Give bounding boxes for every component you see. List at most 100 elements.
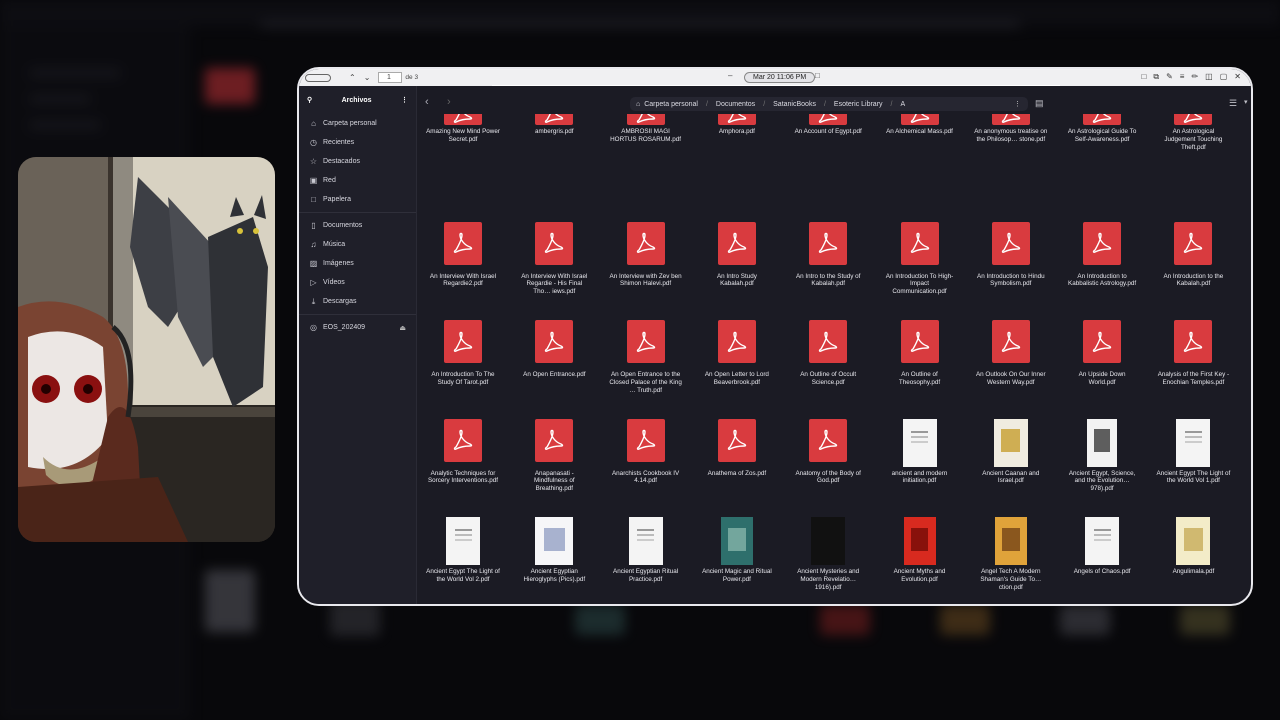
file-item[interactable]: An Outline of Occult Science.pdf <box>791 311 865 407</box>
file-item[interactable]: An Outline of Theosophy.pdf <box>883 311 957 407</box>
file-item[interactable]: Angulimala.pdf <box>1156 508 1230 604</box>
file-name: An Intro Study Kabalah.pdf <box>716 272 757 288</box>
file-item[interactable]: An Open Letter to Lord Beaverbrook.pdf <box>700 311 774 407</box>
menu-icon[interactable]: ⋮ <box>401 96 408 104</box>
file-item[interactable]: ambergris.pdf <box>517 114 591 210</box>
breadcrumb-home[interactable]: Carpeta personal <box>644 101 698 108</box>
file-name: An Astrological Guide To Self-Awareness.… <box>1067 128 1137 143</box>
file-item[interactable]: An Intro Study Kabalah.pdf <box>700 213 774 309</box>
file-item[interactable]: Ancient Magic and Ritual Power.pdf <box>700 508 774 604</box>
square-icon[interactable]: ▢ <box>1220 72 1228 82</box>
file-item[interactable]: Ancient Egypt, Science, and the Evolutio… <box>1065 410 1139 506</box>
sidebar-item-documentos[interactable]: ▯ Documentos <box>299 216 416 235</box>
sidebar-item-descargas[interactable]: ⤓ Descargas <box>299 292 416 311</box>
view-dropdown-icon[interactable]: ▾ <box>1244 98 1248 106</box>
copy-icon[interactable]: ⧉ <box>1153 72 1159 82</box>
pdf-file-icon <box>626 221 665 265</box>
pdf-file-icon <box>809 114 848 125</box>
file-item[interactable]: Ancient Myths and Evolution.pdf <box>883 508 957 604</box>
pen-icon[interactable]: ✎ <box>1166 72 1173 82</box>
maximize-icon[interactable]: □ <box>815 70 820 81</box>
forward-button[interactable]: › <box>447 97 451 108</box>
file-item[interactable]: Anathema of Zos.pdf <box>700 410 774 506</box>
file-item[interactable]: An Astrological Guide To Self-Awareness.… <box>1065 114 1139 210</box>
file-name: Analytic Techniques for Sorcery Interven… <box>427 469 498 485</box>
file-item[interactable]: An Introduction To High-Impact Communica… <box>883 213 957 309</box>
file-item[interactable]: Anatomy of the Body of God.pdf <box>791 410 865 506</box>
file-item[interactable]: Ancient Mysteries and Modern Revelatio… … <box>791 508 865 604</box>
file-item[interactable]: Angels of Chaos.pdf <box>1065 508 1139 604</box>
view-list-icon[interactable]: ☰ <box>1229 98 1237 109</box>
thumbnail-art <box>1001 429 1021 453</box>
file-item[interactable]: An Open Entrance.pdf <box>517 311 591 407</box>
toggle-pill-icon[interactable] <box>305 73 331 82</box>
breadcrumb-current[interactable]: A <box>901 101 906 108</box>
close-icon[interactable]: ✕ <box>1234 72 1241 82</box>
file-item[interactable]: Ancient Egypt The Light of the World Vol… <box>426 508 500 604</box>
sidebar-item-label: Red <box>323 177 336 184</box>
sidebar-item-música[interactable]: ♫ Música <box>299 235 416 254</box>
sidebar-item-recientes[interactable]: ◷ Recientes <box>299 133 416 152</box>
thumbnail-art <box>1001 527 1020 551</box>
file-item[interactable]: Angel Tech A Modern Shaman's Guide To… c… <box>974 508 1048 604</box>
file-item[interactable]: An Astrological Judgement Touching Theft… <box>1156 114 1230 210</box>
file-item[interactable]: Amphora.pdf <box>700 114 774 210</box>
file-item[interactable]: Ancient Egyptian Ritual Practice.pdf <box>609 508 683 604</box>
new-folder-icon[interactable]: ▤ <box>1035 98 1044 109</box>
file-item[interactable]: Ancient Egyptian Hieroglyphs (Pics).pdf <box>517 508 591 604</box>
chevron-up-icon[interactable]: ⌃ <box>349 72 356 83</box>
minimize-icon[interactable]: – <box>728 70 732 81</box>
file-item[interactable]: Analysis of the First Key - Enochian Tem… <box>1156 311 1230 407</box>
file-item[interactable]: An Interview with Zev ben Shimon Halevi.… <box>609 213 683 309</box>
sidebar-toggle-icon[interactable]: ◫ <box>1205 72 1213 82</box>
edit-icon[interactable]: ✏ <box>1191 72 1198 82</box>
file-item[interactable]: Amazing New Mind Power Secret.pdf <box>426 114 500 210</box>
file-item[interactable]: An Upside Down World.pdf <box>1065 311 1139 407</box>
back-button[interactable]: ‹ <box>425 97 429 108</box>
comment-icon[interactable]: □ <box>1142 72 1147 82</box>
layers-icon[interactable]: ≡ <box>1180 72 1185 82</box>
pdf-file-icon <box>717 418 756 462</box>
more-icon[interactable]: ⋮ <box>1014 100 1021 108</box>
file-item[interactable]: An Interview With Israel Regardie - His … <box>517 213 591 309</box>
sidebar-item-imágenes[interactable]: ▨ Imágenes <box>299 254 416 273</box>
breadcrumb-documentos[interactable]: Documentos <box>716 101 755 108</box>
eject-icon[interactable]: ⏏ <box>399 324 406 332</box>
chevron-down-icon[interactable]: ⌄ <box>364 72 371 83</box>
file-item[interactable]: Analytic Techniques for Sorcery Interven… <box>426 410 500 506</box>
file-item[interactable]: Ancient Egypt The Light of the World Vol… <box>1156 410 1230 506</box>
sidebar-item-carpeta-personal[interactable]: ⌂ Carpeta personal <box>299 114 416 133</box>
file-item[interactable]: An Outlook On Our Inner Western Way.pdf <box>974 311 1048 407</box>
file-name: Ancient Mysteries and Modern Revelatio… … <box>797 568 860 591</box>
file-item[interactable]: An Introduction to the Kabalah.pdf <box>1156 213 1230 309</box>
file-item[interactable]: Anapanasati - Mindfulness of Breathing.p… <box>517 410 591 506</box>
file-item[interactable]: Anarchists Cookbook IV 4.14.pdf <box>609 410 683 506</box>
file-item[interactable]: AMBROSII MAGI HORTUS ROSARUM.pdf <box>609 114 683 210</box>
file-item[interactable]: An Introduction to Kabbalistic Astrology… <box>1065 213 1139 309</box>
file-item[interactable]: An Open Entrance to the Closed Palace of… <box>609 311 683 407</box>
sidebar-item-destacados[interactable]: ☆ Destacados <box>299 152 416 171</box>
breadcrumb-esoteric-library[interactable]: Esoteric Library <box>834 101 883 108</box>
sidebar-divider <box>299 314 416 315</box>
file-item[interactable]: An Alchemical Mass.pdf <box>883 114 957 210</box>
sidebar-item-eos-202409[interactable]: ◎ EOS_202409 ⏏ <box>299 318 416 337</box>
download-icon: ⤓ <box>311 296 316 306</box>
file-item[interactable]: An anonymous treatise on the Philosop… s… <box>974 114 1048 210</box>
file-item[interactable]: An Account of Egypt.pdf <box>791 114 865 210</box>
sidebar-item-papelera[interactable]: □ Papelera <box>299 190 416 209</box>
app-title: Archivos <box>341 96 372 104</box>
file-item[interactable]: An Introduction To The Study Of Tarot.pd… <box>426 311 500 407</box>
breadcrumb-satanicbooks[interactable]: SatanicBooks <box>773 101 816 108</box>
file-item[interactable]: An Interview With Israel Regardie2.pdf <box>426 213 500 309</box>
file-item[interactable]: An Intro to the Study of Kabalah.pdf <box>791 213 865 309</box>
file-item[interactable]: An Introduction to Hindu Symbolism.pdf <box>974 213 1048 309</box>
page-number-input[interactable]: 1 <box>378 72 403 83</box>
file-item[interactable]: ancient and modern initiation.pdf <box>883 410 957 506</box>
sidebar-item-vídeos[interactable]: ▷ Vídeos <box>299 273 416 292</box>
file-item[interactable]: Ancient Caanan and Israel.pdf <box>974 410 1048 506</box>
document-thumbnail <box>535 517 574 565</box>
thumbnail-art <box>1093 429 1111 453</box>
breadcrumb: ⌂ Carpeta personal / Documentos / Satani… <box>630 97 1028 111</box>
sidebar-item-red[interactable]: ▣ Red <box>299 171 416 190</box>
pdf-file-icon <box>1174 221 1213 265</box>
